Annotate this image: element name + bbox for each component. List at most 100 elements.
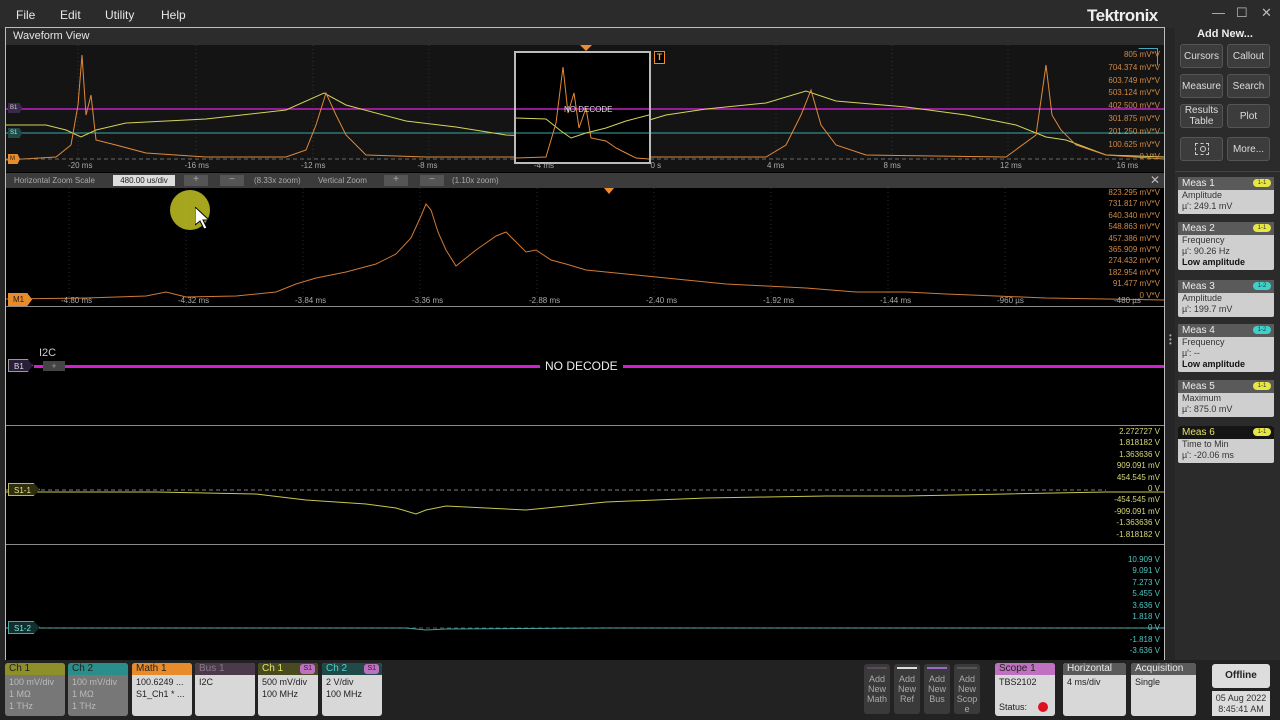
horizontal-zoom-factor: (8.33x zoom) xyxy=(254,176,301,185)
overview-x-label: 12 ms xyxy=(1000,161,1022,170)
measurement-value: µ': -- xyxy=(1182,348,1200,358)
s1-ch1-pane[interactable]: S1-1 2.272727 V 1.818182 V 1.363636 V 909.0… xyxy=(6,426,1164,545)
measurement-badge[interactable]: Meas 1 1-1 Amplitude µ': 249.1 mV xyxy=(1178,177,1274,214)
results-table-button[interactable]: Results Table xyxy=(1180,104,1223,128)
minimize-button[interactable]: — xyxy=(1212,5,1225,20)
s1-ch2-y-label: 3.636 V xyxy=(1132,600,1160,610)
overview-bus-badge[interactable]: B1 xyxy=(8,103,23,113)
more-button[interactable]: More... xyxy=(1227,137,1270,161)
bus-no-decode-text: NO DECODE xyxy=(540,359,623,373)
measurement-badge[interactable]: Meas 3 1-2 Amplitude µ': 199.7 mV xyxy=(1178,280,1274,317)
measurement-badge[interactable]: Meas 5 1-1 Maximum µ': 875.0 mV xyxy=(1178,380,1274,417)
horizontal-zoom-scale-input[interactable]: 480.00 us/div xyxy=(113,175,175,186)
tektronix-logo: Tektronix xyxy=(1087,6,1158,25)
overview-x-label: -12 ms xyxy=(301,161,326,170)
plot-button[interactable]: Plot xyxy=(1227,104,1270,128)
zoom-position-marker[interactable] xyxy=(580,45,592,51)
overview-x-label: -4 ms xyxy=(534,161,554,170)
math-x-label: -3.84 ms xyxy=(295,296,327,305)
s1-ch1-badge[interactable]: S1-1 xyxy=(8,483,40,496)
s1-ch1-y-label: -1.818182 V xyxy=(1116,529,1160,539)
channel-badge-title: Ch 2 S1 xyxy=(322,663,382,675)
measurement-title: Meas 1 1-1 xyxy=(1178,177,1274,190)
vertical-zoom-out-button[interactable]: − xyxy=(420,175,444,186)
zoom-box-no-decode: NO DECODE xyxy=(564,105,613,114)
horizontal-zoom-label: Horizontal Zoom Scale xyxy=(14,176,95,185)
channel-setting: I2C xyxy=(199,677,214,687)
math-y-label: 548.863 mV*V xyxy=(1108,222,1160,232)
menu-help[interactable]: Help xyxy=(161,8,186,22)
scope-tag: S1 xyxy=(364,664,379,674)
trigger-marker[interactable]: T xyxy=(654,51,665,64)
overview-y-label: 704.374 mV*V xyxy=(1108,62,1160,72)
menu-edit[interactable]: Edit xyxy=(60,8,81,22)
math-x-label: -3.36 ms xyxy=(412,296,444,305)
s1-ch2-badge[interactable]: S1-2 xyxy=(8,621,40,634)
vertical-zoom-in-button[interactable]: + xyxy=(384,175,408,186)
panel-resize-handle[interactable]: • • • xyxy=(1169,332,1172,348)
channel-badge[interactable]: Bus 1 I2C xyxy=(195,663,255,716)
horizontal-zoom-out-button[interactable]: − xyxy=(220,175,244,186)
channel-setting: 500 mV/div xyxy=(262,677,308,687)
bus-pane-badge[interactable]: B1 xyxy=(8,359,33,372)
channel-setting: 1 THz xyxy=(72,701,96,711)
channel-badge[interactable]: Ch 2 S1 2 V/div 100 MHz xyxy=(322,663,382,716)
horizontal-zoom-in-button[interactable]: + xyxy=(184,175,208,186)
channel-setting: 1 MΩ xyxy=(9,689,31,699)
bus-name-label: I2C xyxy=(39,347,57,359)
measurement-value: µ': 249.1 mV xyxy=(1182,201,1233,211)
date-time-display[interactable]: 05 Aug 2022 8:45:41 AM xyxy=(1212,691,1270,716)
channel-badge-title: Ch 2 xyxy=(68,663,128,675)
callout-button[interactable]: Callout xyxy=(1227,44,1270,68)
math-pane-badge[interactable]: M1 xyxy=(8,293,33,306)
s1-ch2-y-label: -3.636 V xyxy=(1129,646,1160,656)
s1-ch1-waveform xyxy=(6,489,1164,515)
channel-setting: 1 MΩ xyxy=(72,689,94,699)
channel-setting: 100 MHz xyxy=(262,689,299,699)
overview-s1-badge[interactable]: S1 xyxy=(8,128,23,138)
channel-badge[interactable]: Ch 2 100 mV/div 1 MΩ 1 THz xyxy=(68,663,128,716)
close-window-button[interactable]: ✕ xyxy=(1261,5,1272,21)
zoom-region-box[interactable]: NO DECODE xyxy=(514,51,651,164)
s1-ch2-y-label: 9.091 V xyxy=(1132,566,1160,576)
channel-badge-title: Math 1 xyxy=(132,663,192,675)
channel-setting: 1 THz xyxy=(9,701,33,711)
search-button[interactable]: Search xyxy=(1227,74,1270,98)
math-y-label: 182.954 mV*V xyxy=(1108,267,1160,277)
cursors-button[interactable]: Cursors xyxy=(1180,44,1223,68)
channel-badge[interactable]: Ch 1 100 mV/div 1 MΩ 1 THz xyxy=(5,663,65,716)
acquisition-badge[interactable]: Acquisition Single xyxy=(1131,663,1196,716)
scope-1-badge[interactable]: Scope 1 TBS2102 Status: xyxy=(995,663,1055,716)
horizontal-badge[interactable]: Horizontal 4 ms/div xyxy=(1063,663,1126,716)
maximize-button[interactable]: ☐ xyxy=(1236,5,1248,21)
s1-ch2-y-label: 0 V xyxy=(1147,623,1160,633)
menu-utility[interactable]: Utility xyxy=(105,8,134,22)
scope-tag: S1 xyxy=(300,664,315,674)
math-x-label: -2.88 ms xyxy=(529,296,561,305)
add-new-scope-button[interactable]: Add New Scope xyxy=(954,664,980,714)
measurement-badge[interactable]: Meas 6 1-1 Time to Min µ': -20.06 ms xyxy=(1178,426,1274,463)
measurement-badge[interactable]: Meas 2 1-1 Frequency µ': 90.26 Hz Low amplit… xyxy=(1178,222,1274,270)
s1-ch2-y-label: 10.909 V xyxy=(1127,555,1160,564)
overview-math-badge[interactable]: M xyxy=(8,154,20,164)
measurement-badge[interactable]: Meas 4 1-2 Frequency µ': -- Low amplitude xyxy=(1178,324,1274,372)
measure-button[interactable]: Measure xyxy=(1180,74,1223,98)
overview-pane[interactable]: NO DECODE T B1 S1 M 805 mV*V 704.374 mV*V… xyxy=(6,45,1164,172)
s1-ch1-y-label: -1.363636 V xyxy=(1116,518,1160,528)
offline-button[interactable]: Offline xyxy=(1212,664,1270,688)
measurement-type: Amplitude xyxy=(1182,190,1223,200)
menu-file[interactable]: File xyxy=(16,8,35,22)
overview-x-label: -20 ms xyxy=(68,161,93,170)
bus-expand-button[interactable]: + xyxy=(43,361,65,371)
channel-badge[interactable]: Math 1 100.6249 ... S1_Ch1 * ... xyxy=(132,663,192,716)
s1-ch2-pane[interactable]: S1-2 10.909 V 9.091 V 7.273 V 5.455 V 3.636 … xyxy=(6,545,1164,661)
bus-pane[interactable]: I2C + B1 NO DECODE xyxy=(6,307,1164,426)
add-new-bus-button[interactable]: Add New Bus xyxy=(924,664,950,714)
zoom-tool-button[interactable] xyxy=(1180,137,1223,161)
close-zoom-button[interactable]: ✕ xyxy=(1150,173,1160,187)
add-new-ref-button[interactable]: Add New Ref xyxy=(894,664,920,714)
add-new-math-button[interactable]: Add New Math xyxy=(864,664,890,714)
measurement-type: Frequency xyxy=(1182,337,1225,347)
channel-badge[interactable]: Ch 1 S1 500 mV/div 100 MHz xyxy=(258,663,318,716)
right-panel: Add New... Cursors Callout Measure Searc… xyxy=(1169,27,1280,660)
